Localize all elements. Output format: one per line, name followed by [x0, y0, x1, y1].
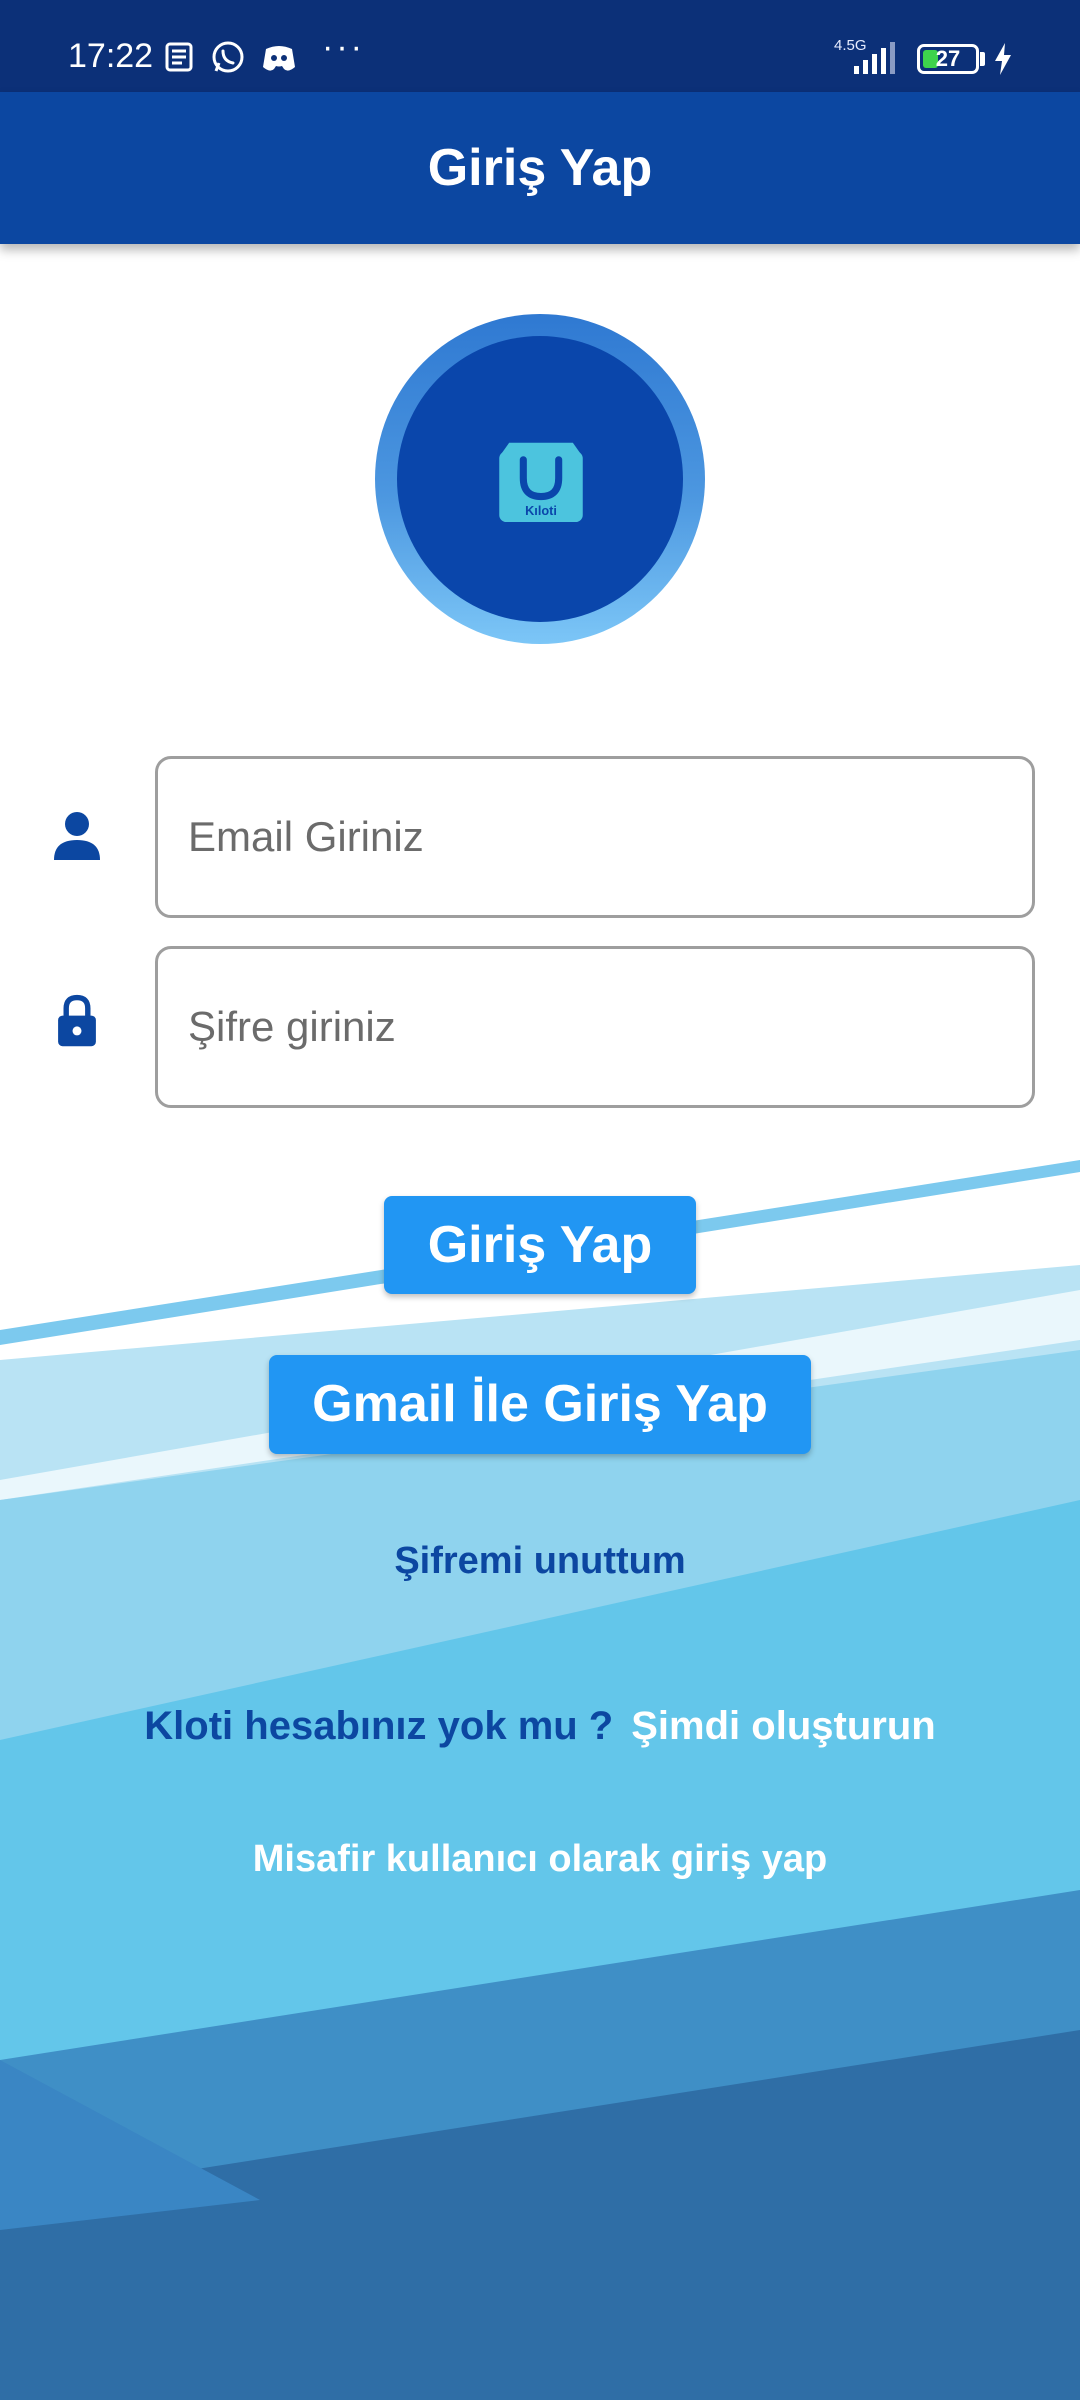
email-input[interactable] — [155, 756, 1035, 918]
forgot-password-link[interactable]: Şifremi unuttum — [0, 1540, 1080, 1583]
status-bar: 17:22 ··· 4.5G 27 — [0, 0, 1080, 92]
news-icon — [165, 42, 193, 72]
password-field-row — [0, 946, 1080, 1108]
email-field-row — [0, 756, 1080, 918]
no-account-text: Kloti hesabınız yok mu ? — [144, 1704, 614, 1748]
gmail-login-button[interactable]: Gmail İle Giriş Yap — [269, 1355, 811, 1454]
lock-icon — [58, 994, 96, 1047]
app-logo: Kıloti — [375, 314, 705, 644]
battery-tip — [980, 52, 985, 66]
logo-brand-text: Kıloti — [525, 503, 557, 518]
app-bar: Giriş Yap — [0, 92, 1080, 244]
battery-icon: 27 — [917, 44, 979, 74]
password-input[interactable] — [155, 946, 1035, 1108]
logo-core: Kıloti — [397, 336, 683, 622]
login-button[interactable]: Giriş Yap — [384, 1196, 696, 1294]
guest-login-link[interactable]: Misafir kullanıcı olarak giriş yap — [0, 1838, 1080, 1881]
person-icon — [54, 812, 100, 860]
page-title: Giriş Yap — [427, 139, 653, 197]
charging-bolt-icon — [995, 43, 1011, 75]
signup-row: Kloti hesabınız yok mu ? Şimdi oluşturun — [0, 1704, 1080, 1749]
battery-percent: 27 — [935, 46, 961, 71]
create-account-link[interactable]: Şimdi oluşturun — [631, 1704, 935, 1748]
more-notifications-icon: ··· — [322, 28, 365, 66]
discord-icon — [263, 46, 295, 71]
shopping-bag-icon: Kıloti — [499, 442, 583, 523]
whatsapp-icon — [212, 41, 244, 73]
signal-icon — [854, 42, 895, 74]
status-time: 17:22 — [68, 37, 154, 75]
